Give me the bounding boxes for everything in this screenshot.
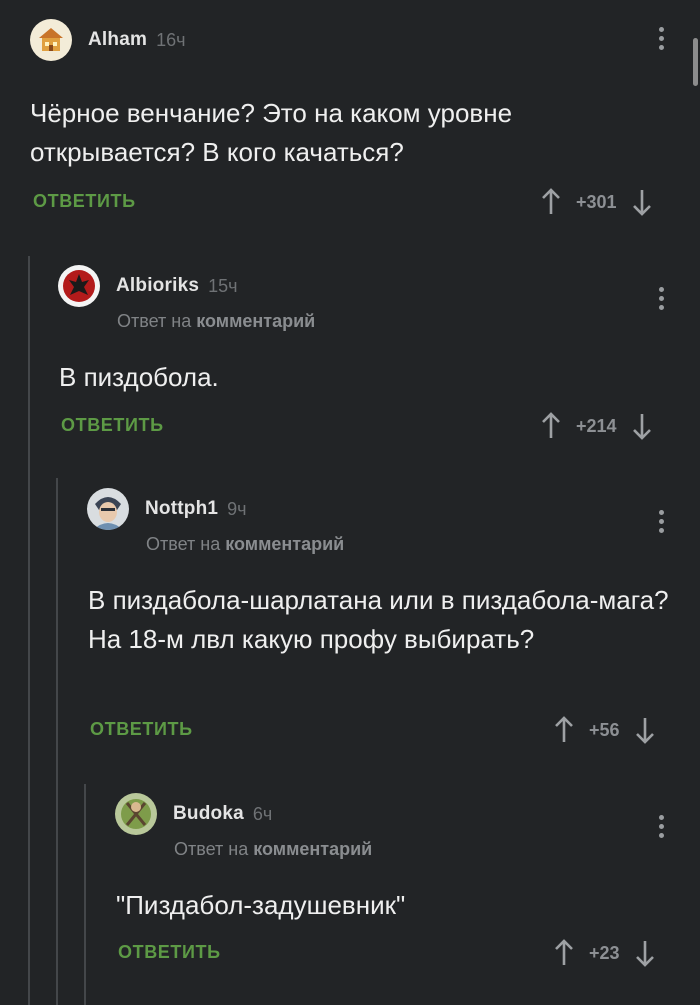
avatar[interactable] (87, 488, 129, 530)
upvote-arrow-icon[interactable] (540, 187, 562, 217)
vote-score: +301 (576, 191, 617, 212)
cartoon-house-avatar-icon (30, 19, 72, 61)
author-name[interactable]: Budoka (173, 803, 244, 825)
reply-to-comment-link[interactable]: комментарий (196, 311, 315, 331)
thread-line-level-1 (28, 256, 30, 1005)
comment: Budoka 6ч Ответ на комментарий "Пиздабол… (115, 792, 700, 982)
reply-to-comment-link[interactable]: комментарий (225, 534, 344, 554)
comment-text: В пиздобола. (59, 362, 219, 392)
avatar[interactable] (115, 793, 157, 835)
green-figure-avatar-icon (115, 793, 157, 835)
upvote-arrow-icon[interactable] (553, 715, 575, 745)
author-name[interactable]: Nottph1 (145, 498, 218, 520)
more-options-icon[interactable] (659, 510, 665, 537)
reply-to-prefix: Ответ на (174, 839, 249, 859)
downvote-arrow-icon[interactable] (634, 938, 656, 968)
downvote-arrow-icon[interactable] (631, 411, 653, 441)
thread-line-level-2 (56, 478, 58, 1005)
more-options-icon[interactable] (659, 287, 665, 314)
reply-button[interactable]: ОТВЕТИТЬ (61, 415, 164, 436)
author-name[interactable]: Alham (88, 29, 147, 51)
downvote-arrow-icon[interactable] (631, 187, 653, 217)
anime-character-avatar-icon (87, 488, 129, 530)
comment: Albioriks 15ч Ответ на комментарий В пиз… (58, 264, 700, 454)
comment-text: Чёрное венчание? Это на каком уровне отк… (30, 98, 513, 167)
reply-to-line: Ответ на комментарий (174, 839, 372, 860)
upvote-arrow-icon[interactable] (553, 938, 575, 968)
vote-controls: +56 (553, 713, 656, 747)
comment-header: Alham 16ч (30, 18, 185, 62)
timestamp: 15ч (208, 275, 238, 296)
reply-button[interactable]: ОТВЕТИТЬ (118, 942, 221, 963)
comment-text: В пиздабола-шарлатана или в пиздабола-ма… (88, 585, 669, 654)
more-options-icon[interactable] (659, 27, 665, 54)
reply-button[interactable]: ОТВЕТИТЬ (33, 191, 136, 212)
reply-to-prefix: Ответ на (117, 311, 192, 331)
timestamp: 9ч (227, 498, 247, 519)
reply-to-line: Ответ на комментарий (146, 534, 344, 555)
comment-header: Albioriks 15ч (58, 264, 238, 308)
vote-controls: +214 (540, 409, 653, 443)
avatar[interactable] (58, 265, 100, 307)
horde-emblem-avatar-icon (58, 265, 100, 307)
vote-controls: +301 (540, 185, 653, 219)
author-name[interactable]: Albioriks (116, 275, 199, 297)
thread-line-level-3 (84, 784, 86, 1005)
timestamp: 16ч (156, 29, 186, 50)
upvote-arrow-icon[interactable] (540, 411, 562, 441)
vote-controls: +23 (553, 936, 656, 970)
comment-header: Nottph1 9ч (87, 487, 247, 531)
reply-to-prefix: Ответ на (146, 534, 221, 554)
more-options-icon[interactable] (659, 815, 665, 842)
reply-to-comment-link[interactable]: комментарий (253, 839, 372, 859)
vote-score: +56 (589, 719, 620, 740)
reply-button[interactable]: ОТВЕТИТЬ (90, 719, 193, 740)
timestamp: 6ч (252, 803, 273, 824)
comment-text: "Пиздабол-задушевник" (116, 890, 406, 920)
avatar[interactable] (30, 19, 72, 61)
downvote-arrow-icon[interactable] (634, 715, 656, 745)
reply-to-line: Ответ на комментарий (117, 311, 315, 332)
comment: Nottph1 9ч Ответ на комментарий В пиздаб… (87, 487, 700, 757)
vote-score: +214 (576, 415, 617, 436)
vote-score: +23 (589, 942, 620, 963)
comment-header: Budoka 6ч (115, 792, 272, 836)
comment: Alham 16ч Чёрное венчание? Это на каком … (30, 18, 700, 228)
